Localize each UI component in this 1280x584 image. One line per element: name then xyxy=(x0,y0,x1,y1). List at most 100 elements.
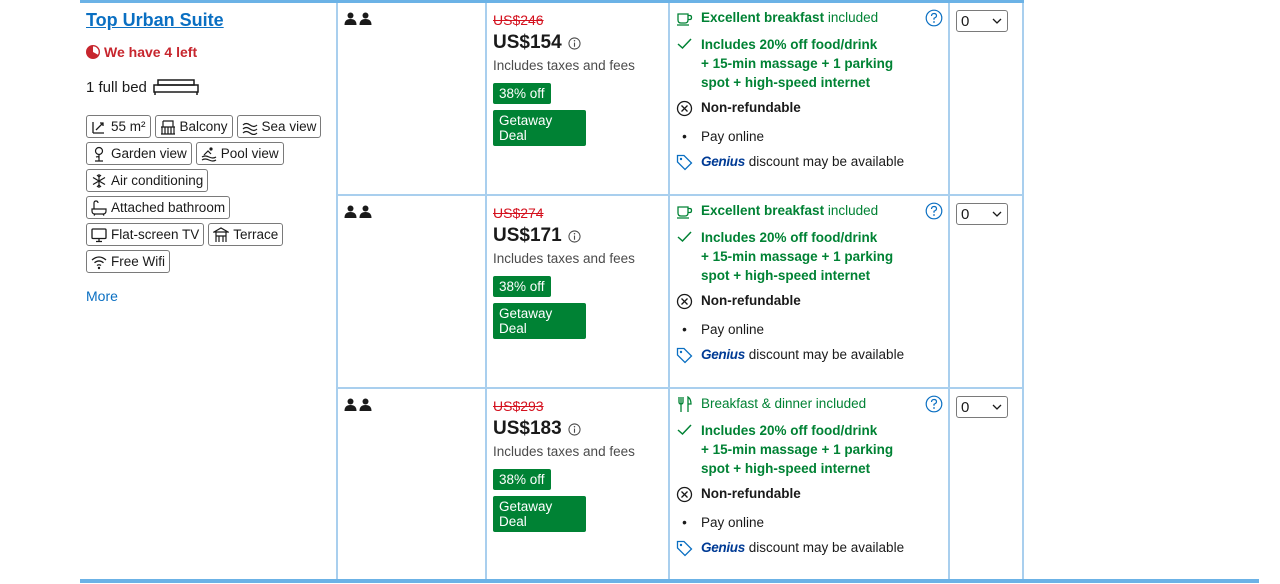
discount-badge: 38% off xyxy=(493,83,551,104)
guests-icon-group xyxy=(344,205,372,218)
scarcity-text: We have 4 left xyxy=(104,44,198,60)
guests-icon-group xyxy=(344,398,372,411)
package-includes: Includes 20% off food/drink + 15-min mas… xyxy=(676,421,948,478)
refund-policy: Non-refundable xyxy=(676,486,948,503)
checkmark-icon xyxy=(677,424,692,436)
no-refund-icon xyxy=(676,100,693,117)
meal-plan: Excellent breakfast included xyxy=(676,10,948,27)
conditions-cell: Breakfast & dinner included Includes 20%… xyxy=(676,396,948,557)
row-divider xyxy=(336,194,1024,196)
price-cell: US$293 US$183 Includes taxes and fees 38… xyxy=(493,398,668,532)
genius-logo: Genius xyxy=(701,154,745,169)
discount-badge: 38% off xyxy=(493,276,551,297)
facility-balcony: Balcony xyxy=(154,115,233,138)
genius-discount: Genius discount may be available xyxy=(676,347,948,364)
taxes-note: Includes taxes and fees xyxy=(493,58,635,73)
facility-bathroom: Attached bathroom xyxy=(86,196,231,219)
info-icon[interactable] xyxy=(568,36,581,50)
info-icon[interactable] xyxy=(568,229,581,243)
bullet-icon: • xyxy=(682,515,687,530)
price-cell: US$246 US$154 Includes taxes and fees 38… xyxy=(493,12,668,146)
facility-tv: Flat-screen TV xyxy=(86,223,205,246)
bed-text: 1 full bed xyxy=(86,78,147,96)
bed-icon xyxy=(153,79,199,95)
column-divider xyxy=(485,3,487,579)
no-refund-icon xyxy=(676,293,693,310)
taxes-note: Includes taxes and fees xyxy=(493,444,635,459)
room-title-link[interactable]: Top Urban Suite xyxy=(86,10,224,31)
sea-view-icon xyxy=(242,122,257,135)
package-includes: Includes 20% off food/drink + 15-min mas… xyxy=(676,35,948,92)
bullet-icon: • xyxy=(682,322,687,337)
column-divider xyxy=(336,3,338,579)
cutlery-icon xyxy=(678,396,692,412)
person-icon xyxy=(359,205,372,218)
person-icon xyxy=(359,12,372,25)
help-icon[interactable] xyxy=(925,9,943,27)
deal-badge: Getaway Deal xyxy=(493,110,586,146)
checkmark-icon xyxy=(677,38,692,50)
room-quantity-select[interactable]: 0 xyxy=(956,203,1008,225)
room-quantity-select[interactable]: 0 xyxy=(956,396,1008,418)
garden-view-icon xyxy=(94,146,104,162)
checkmark-icon xyxy=(677,231,692,243)
coffee-icon xyxy=(677,13,693,26)
facility-pool-view: Pool view xyxy=(195,142,284,165)
scarcity-pie-icon xyxy=(86,45,100,59)
tag-icon xyxy=(676,154,693,171)
original-price: US$246 xyxy=(493,12,544,28)
snowflake-icon xyxy=(92,173,106,188)
bullet-icon: • xyxy=(682,129,687,144)
person-icon xyxy=(344,205,357,218)
payment-method: • Pay online xyxy=(676,322,948,337)
current-price: US$154 xyxy=(493,32,668,54)
deal-badge: Getaway Deal xyxy=(493,496,586,532)
genius-discount: Genius discount may be available xyxy=(676,154,948,171)
facility-terrace: Terrace xyxy=(208,223,284,246)
info-icon[interactable] xyxy=(568,422,581,436)
tag-icon xyxy=(676,540,693,557)
genius-logo: Genius xyxy=(701,347,745,362)
conditions-cell: Excellent breakfast included Includes 20… xyxy=(676,10,948,171)
column-divider xyxy=(1022,3,1024,579)
genius-discount: Genius discount may be available xyxy=(676,540,948,557)
facility-sea-view: Sea view xyxy=(236,115,322,138)
current-price: US$183 xyxy=(493,418,668,440)
room-table: Top Urban Suite We have 4 left 1 full be… xyxy=(80,0,1260,584)
taxes-note: Includes taxes and fees xyxy=(493,251,635,266)
meal-plan: Excellent breakfast included xyxy=(676,203,948,220)
facility-size: 55 m² xyxy=(86,115,151,138)
refund-policy: Non-refundable xyxy=(676,293,948,310)
chevron-down-icon xyxy=(992,404,1002,410)
pool-view-icon xyxy=(201,146,217,162)
chevron-down-icon xyxy=(992,18,1002,24)
original-price: US$274 xyxy=(493,205,544,221)
discount-badge: 38% off xyxy=(493,469,551,490)
no-refund-icon xyxy=(676,486,693,503)
row-divider xyxy=(336,387,1024,389)
current-price: US$171 xyxy=(493,225,668,247)
person-icon xyxy=(344,12,357,25)
scarcity-message: We have 4 left xyxy=(86,44,197,60)
help-icon[interactable] xyxy=(925,202,943,220)
column-divider xyxy=(668,3,670,579)
chevron-down-icon xyxy=(992,211,1002,217)
package-includes: Includes 20% off food/drink + 15-min mas… xyxy=(676,228,948,285)
terrace-icon xyxy=(213,226,230,242)
payment-method: • Pay online xyxy=(676,129,948,144)
facility-wifi: Free Wifi xyxy=(86,250,170,273)
room-quantity-select[interactable]: 0 xyxy=(956,10,1008,32)
bathtub-icon xyxy=(91,199,107,216)
coffee-icon xyxy=(677,206,693,219)
person-icon xyxy=(344,398,357,411)
column-divider xyxy=(948,3,950,579)
tv-icon xyxy=(91,227,107,242)
refund-policy: Non-refundable xyxy=(676,100,948,117)
more-link[interactable]: More xyxy=(86,288,118,304)
help-icon[interactable] xyxy=(925,395,943,413)
table-bottom-border xyxy=(80,579,1259,583)
deal-badge: Getaway Deal xyxy=(493,303,586,339)
conditions-cell: Excellent breakfast included Includes 20… xyxy=(676,203,948,364)
size-icon xyxy=(92,121,104,134)
genius-logo: Genius xyxy=(701,540,745,555)
